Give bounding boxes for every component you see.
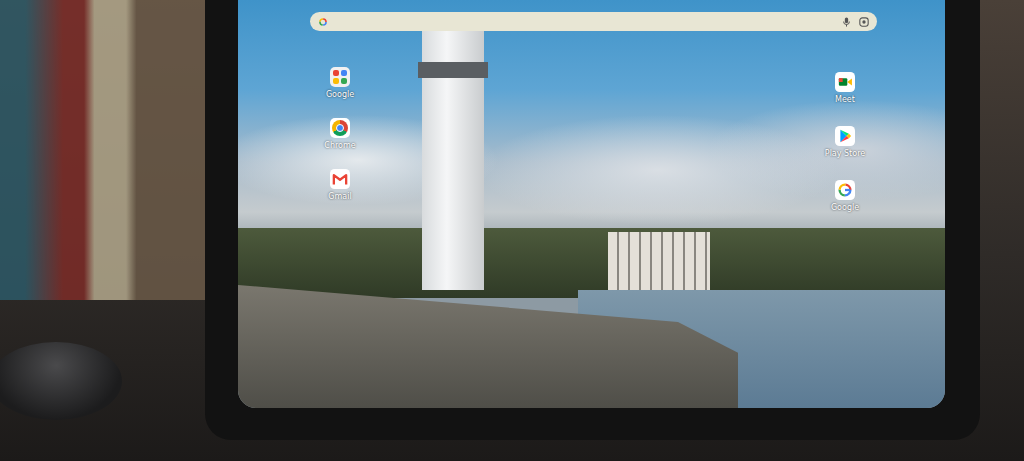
lens-icon[interactable]	[859, 17, 869, 27]
app-shortcut[interactable]: Gmail	[328, 169, 351, 202]
meet-icon	[835, 72, 855, 92]
app-shortcut[interactable]: Chrome	[324, 118, 355, 151]
lighthouse	[422, 24, 484, 290]
gmail-icon	[330, 169, 350, 189]
app-shortcut[interactable]: Google	[326, 67, 354, 100]
photo-scene: Google Chrome Gmail Meet Play Store Google	[0, 0, 1024, 461]
app-shortcut[interactable]: Play Store	[825, 126, 865, 159]
google-icon	[318, 17, 328, 27]
tablet: Google Chrome Gmail Meet Play Store Google	[205, 0, 980, 440]
home-screen: Google Chrome Gmail Meet Play Store Google	[238, 0, 945, 408]
play-store-icon	[835, 126, 855, 146]
bookshelf	[0, 0, 210, 300]
mic-icon[interactable]	[842, 17, 851, 27]
app-column: Meet Play Store Google	[821, 72, 869, 213]
app-shortcut[interactable]: Google	[831, 180, 859, 213]
google-icon	[835, 180, 855, 200]
computer-mouse	[0, 342, 122, 420]
app-column: Google Chrome Gmail	[316, 67, 364, 213]
chrome-icon	[330, 118, 350, 138]
app-shortcut[interactable]: Meet	[835, 72, 855, 105]
folder-icon	[330, 67, 350, 87]
search-bar[interactable]	[310, 12, 877, 31]
